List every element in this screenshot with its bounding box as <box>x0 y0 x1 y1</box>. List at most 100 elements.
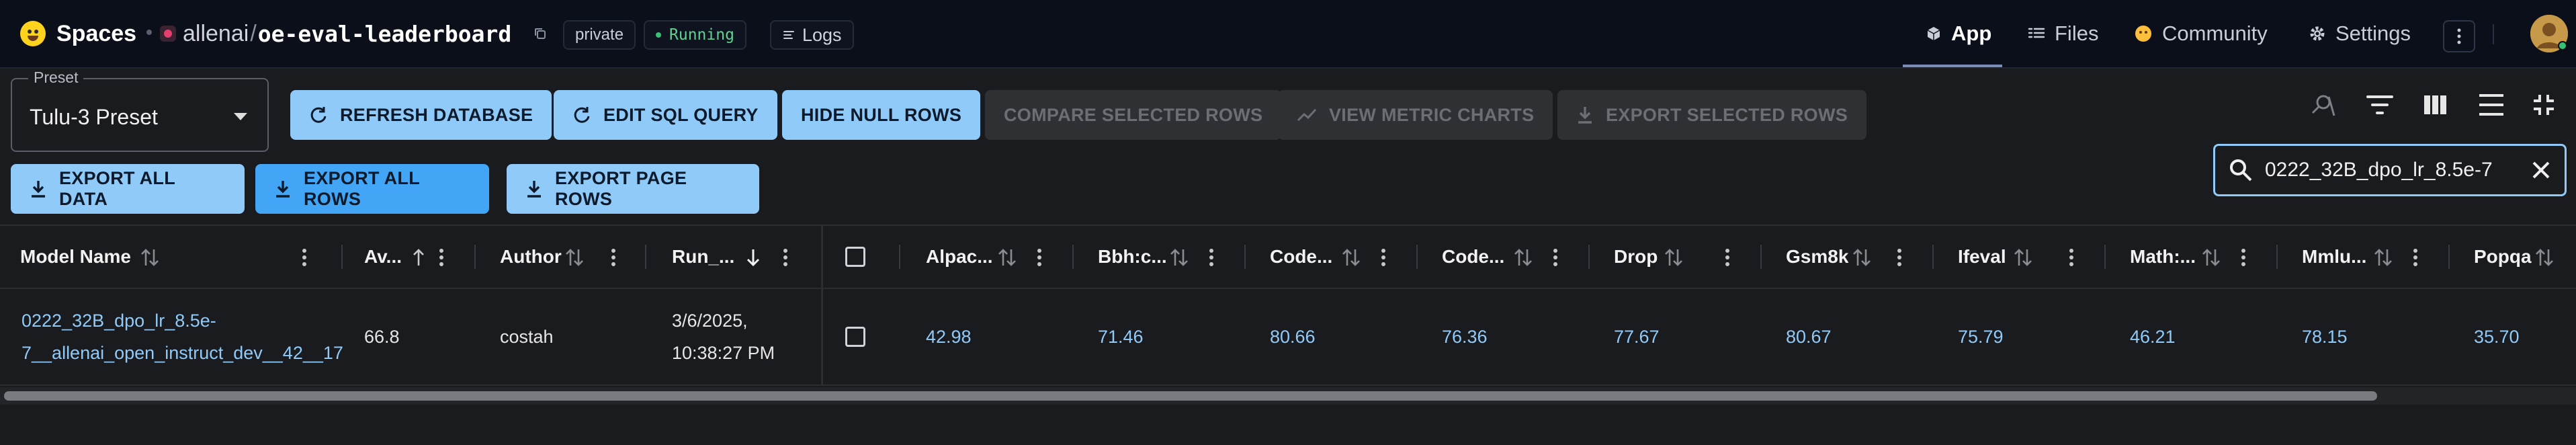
export-all-rows-button[interactable]: EXPORT ALL ROWS <box>255 164 489 214</box>
column-menu-icon[interactable] <box>1028 246 1051 269</box>
horizontal-scrollbar-thumb[interactable] <box>4 391 2377 401</box>
sort-icon[interactable] <box>2200 246 2223 269</box>
cell-bbh: 71.46 <box>1098 289 1232 385</box>
column-separator[interactable] <box>1932 245 1934 269</box>
column-menu-icon[interactable] <box>1544 246 1567 269</box>
cell-code-2: 76.36 <box>1442 289 1576 385</box>
compare-selected-rows-button[interactable]: COMPARE SELECTED ROWS <box>985 90 1282 140</box>
tab-app[interactable]: App <box>1926 16 1991 51</box>
sort-icon[interactable] <box>1850 246 1873 269</box>
sort-icon[interactable] <box>138 246 161 269</box>
sort-descending-icon[interactable] <box>742 246 765 269</box>
column-menu-icon[interactable] <box>1200 246 1223 269</box>
column-separator[interactable] <box>1072 245 1074 269</box>
column-menu-icon[interactable] <box>602 246 625 269</box>
column-menu-icon[interactable] <box>293 246 316 269</box>
logs-button[interactable]: Logs <box>770 20 854 50</box>
more-options-button[interactable] <box>2443 20 2475 52</box>
column-header-run[interactable]: Run_... <box>672 226 739 288</box>
column-separator[interactable] <box>645 245 646 269</box>
cell-average: 66.8 <box>364 289 445 385</box>
cell-model-name[interactable]: 0222_32B_dpo_lr_8.5e- 7__allenai_open_in… <box>22 289 344 385</box>
cell-value: 76.36 <box>1442 327 1488 347</box>
repo-link[interactable]: oe-eval-leaderboard <box>258 21 512 47</box>
tab-settings[interactable]: Settings <box>2309 16 2411 51</box>
column-menu-icon[interactable] <box>1372 246 1395 269</box>
column-menu-icon[interactable] <box>1888 246 1911 269</box>
table-search-input[interactable]: 0222_32B_dpo_lr_8.5e-7 <box>2213 144 2567 196</box>
clear-search-icon[interactable] <box>2531 160 2551 180</box>
sort-icon[interactable] <box>996 246 1019 269</box>
sort-icon[interactable] <box>1168 246 1191 269</box>
filter-icon[interactable] <box>2364 89 2396 121</box>
column-separator[interactable] <box>474 245 476 269</box>
column-menu-icon[interactable] <box>1716 246 1739 269</box>
view-metric-charts-button[interactable]: VIEW METRIC CHARTS <box>1278 90 1553 140</box>
column-separator[interactable] <box>1588 245 1590 269</box>
refresh-database-button[interactable]: REFRESH DATABASE <box>290 90 552 140</box>
density-icon[interactable] <box>2475 89 2507 121</box>
copy-icon[interactable] <box>533 27 547 40</box>
sort-icon[interactable] <box>2372 246 2395 269</box>
column-header-gsm8k[interactable]: Gsm8k <box>1786 226 1860 288</box>
preset-select[interactable]: Preset Tulu-3 Preset <box>11 69 269 152</box>
export-page-rows-button[interactable]: EXPORT PAGE ROWS <box>507 164 759 214</box>
running-status-badge[interactable]: Running <box>644 20 746 50</box>
column-menu-icon[interactable] <box>2232 246 2255 269</box>
export-page-rows-label: EXPORT PAGE ROWS <box>555 168 687 209</box>
tab-community-label: Community <box>2162 22 2268 45</box>
column-separator[interactable] <box>1416 245 1418 269</box>
tab-files-label: Files <box>2055 22 2099 45</box>
org-avatar-icon <box>160 26 176 42</box>
download-icon <box>1576 106 1594 124</box>
column-menu-icon[interactable] <box>2404 246 2427 269</box>
sort-icon[interactable] <box>2533 246 2556 269</box>
sort-icon[interactable] <box>563 246 586 269</box>
select-all-checkbox[interactable] <box>845 226 872 288</box>
org-link[interactable]: allenai <box>183 21 249 47</box>
sort-icon[interactable] <box>2012 246 2034 269</box>
model-name-line-1[interactable]: 0222_32B_dpo_lr_8.5e- <box>22 305 216 337</box>
edit-sql-query-button[interactable]: EDIT SQL QUERY <box>554 90 777 140</box>
fullscreen-exit-icon[interactable] <box>2528 89 2560 121</box>
status-dot-icon <box>656 32 661 38</box>
column-separator[interactable] <box>341 245 343 269</box>
column-header-code-2[interactable]: Code... <box>1442 226 1516 288</box>
search-toggle-icon[interactable] <box>2307 89 2339 121</box>
cell-ifeval: 75.79 <box>1958 289 2092 385</box>
column-menu-icon[interactable] <box>2060 246 2083 269</box>
export-all-data-button[interactable]: EXPORT ALL DATA <box>11 164 245 214</box>
column-separator[interactable] <box>1760 245 1762 269</box>
column-separator[interactable] <box>2104 245 2106 269</box>
column-separator[interactable] <box>2276 245 2278 269</box>
sort-icon[interactable] <box>1662 246 1685 269</box>
column-separator[interactable] <box>1244 245 1246 269</box>
export-selected-rows-button[interactable]: EXPORT SELECTED ROWS <box>1557 90 1867 140</box>
model-name-line-2[interactable]: 7__allenai_open_instruct_dev__42__17 <box>22 337 343 369</box>
tab-files[interactable]: Files <box>2028 16 2098 51</box>
column-header-code-1[interactable]: Code... <box>1270 226 1344 288</box>
column-header-bbh[interactable]: Bbh:c... <box>1098 226 1172 288</box>
checkbox-icon <box>845 327 865 347</box>
table-row[interactable]: 0222_32B_dpo_lr_8.5e- 7__allenai_open_in… <box>0 289 2576 386</box>
sort-icon[interactable] <box>1512 246 1535 269</box>
tab-community[interactable]: Community <box>2134 16 2268 51</box>
column-menu-icon[interactable] <box>774 246 797 269</box>
sort-ascending-icon[interactable] <box>407 246 430 269</box>
user-avatar[interactable] <box>2530 15 2568 52</box>
search-input-value: 0222_32B_dpo_lr_8.5e-7 <box>2265 159 2493 181</box>
spaces-home-link[interactable]: Spaces <box>20 19 136 48</box>
hide-null-rows-button[interactable]: HIDE NULL ROWS <box>782 90 981 140</box>
cell-value: 66.8 <box>364 327 400 347</box>
column-header-model-name[interactable]: Model Name <box>20 226 336 288</box>
columns-icon[interactable] <box>2419 89 2451 121</box>
column-separator[interactable] <box>2448 245 2450 269</box>
column-header-popqa[interactable]: Popqa <box>2474 226 2541 288</box>
sort-icon[interactable] <box>1340 246 1363 269</box>
column-menu-icon[interactable] <box>430 246 453 269</box>
column-separator[interactable] <box>899 245 900 269</box>
column-header-alpaca[interactable]: Alpac... <box>926 226 1000 288</box>
column-header-math[interactable]: Math:... <box>2130 226 2204 288</box>
column-header-mmlu[interactable]: Mmlu... <box>2302 226 2376 288</box>
row-select-checkbox[interactable] <box>845 289 872 385</box>
